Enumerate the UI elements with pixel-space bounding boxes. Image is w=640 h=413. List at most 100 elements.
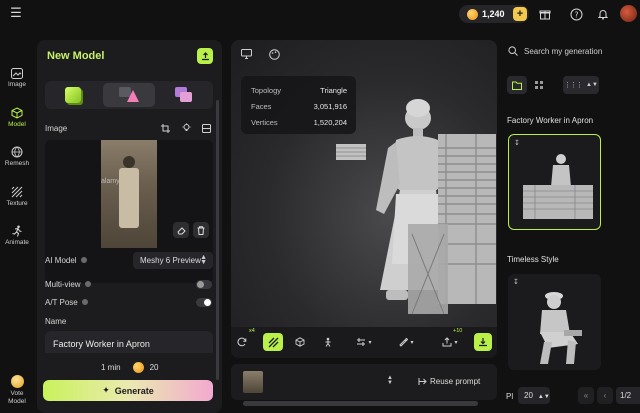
help-icon[interactable]: ? — [568, 6, 584, 22]
coin-icon — [132, 362, 144, 373]
delete-image-button[interactable] — [193, 222, 209, 238]
grid-view-button[interactable] — [531, 76, 547, 94]
search-bar[interactable]: Search my generation — [508, 42, 634, 60]
layout-dropdown[interactable]: ⋮⋮⋮ ▲▼ — [563, 76, 599, 94]
rail-label-remesh: Remesh — [4, 160, 30, 167]
run-icon — [0, 224, 34, 238]
search-icon — [508, 46, 518, 56]
rail-item-vote[interactable]: Vote Model — [0, 374, 34, 406]
panel-icon[interactable] — [200, 122, 212, 134]
rail-label-texture: Texture — [6, 200, 28, 207]
updown-icon: ▲ ▼ — [200, 254, 207, 266]
ai-model-label: AI Model — [45, 256, 87, 265]
model-viewport[interactable]: Topology Triangle Faces 3,051,916 Vertices… — [231, 40, 497, 358]
info-icon — [84, 281, 91, 287]
generate-button[interactable]: ✦ Generate — [43, 380, 213, 401]
info-icon — [80, 257, 87, 263]
avatar[interactable] — [620, 5, 637, 22]
cube-icon — [0, 106, 34, 120]
gift-icon[interactable] — [537, 6, 553, 22]
prompt-thumbnail[interactable] — [243, 371, 263, 393]
panel-scrollbar[interactable] — [216, 100, 219, 380]
bulb-icon[interactable] — [180, 122, 192, 134]
rail-item-model[interactable]: Model — [0, 106, 34, 128]
search-input[interactable]: Search my generation — [524, 47, 602, 56]
page-size-select[interactable]: 20 ▲▼ — [518, 387, 550, 404]
name-label: Name — [45, 317, 67, 326]
vote-icon — [0, 374, 34, 388]
rail-item-animate[interactable]: Animate — [0, 224, 34, 246]
card-1-thumbnail — [523, 154, 593, 219]
folder-view-button[interactable] — [507, 76, 527, 94]
rail-label-model: Model — [8, 121, 26, 128]
reuse-prompt-button[interactable]: Reuse prompt — [430, 377, 480, 386]
mode-tabs — [45, 81, 213, 109]
multiview-toggle[interactable] — [196, 280, 212, 289]
reference-photo: alamy — [101, 140, 157, 248]
ai-model-select[interactable]: Meshy 6 Preview ▲ ▼ — [133, 252, 213, 269]
credits-badge[interactable]: 1,240 + — [459, 5, 529, 23]
rail-item-remesh[interactable]: Remesh — [0, 145, 34, 167]
remesh-icon — [0, 145, 34, 159]
tab-image-to-3d[interactable] — [103, 83, 155, 107]
badge-x4: x4 — [249, 328, 255, 334]
page-indicator: 1/2 — [616, 387, 640, 404]
transform-button[interactable]: ▾ — [351, 333, 377, 351]
image-cone-icon — [119, 87, 139, 103]
atpose-toggle[interactable] — [196, 298, 212, 307]
eraser-button[interactable] — [173, 222, 189, 238]
mesh-stats: Topology Triangle Faces 3,051,916 Vertices… — [241, 76, 356, 134]
download-button[interactable] — [474, 333, 492, 351]
image-label: Image — [45, 124, 68, 133]
name-input[interactable]: Factory Worker in Apron — [45, 331, 213, 353]
pager-label: Pl — [506, 392, 514, 401]
rail-label-image: Image — [7, 80, 27, 88]
cube-view-button[interactable] — [291, 333, 309, 351]
updown-icon[interactable]: ▲ ▼ — [387, 375, 393, 386]
badge-plus10: +10 — [453, 328, 463, 334]
rail-item-texture[interactable]: Texture — [0, 185, 34, 207]
rail-item-image[interactable]: Image — [0, 66, 34, 88]
generation-history: Search my generation ⋮⋮⋮ ▲▼ Factory Work… — [500, 40, 640, 413]
export-button[interactable]: ▾ — [437, 333, 463, 351]
new-model-panel: New Model Image alamy AI Model Meshy 6 P… — [37, 40, 222, 413]
panel-title: New Model — [47, 50, 105, 62]
paint-button[interactable]: ▾ — [393, 333, 419, 351]
top-bar: ☰ 1,240 + ? — [0, 0, 640, 28]
upload-button[interactable] — [197, 48, 213, 64]
download-icon[interactable]: ↧ — [514, 139, 520, 147]
monitor-icon[interactable] — [239, 48, 253, 60]
photo-watermark: alamy — [101, 178, 120, 185]
hamburger-icon[interactable]: ☰ — [8, 5, 24, 20]
credits-value: 1,240 — [482, 9, 505, 19]
viewport-toolbar: x4 ▾ ▾ ▾ +10 — [231, 327, 497, 358]
reuse-icon — [417, 376, 427, 386]
texture-icon — [0, 185, 34, 199]
item-title-1: Factory Worker in Apron — [507, 116, 594, 125]
tab-multi-image[interactable] — [159, 83, 211, 107]
rail-label-vote: Vote Model — [8, 389, 26, 405]
svg-text:?: ? — [574, 10, 578, 19]
history-card-2[interactable]: ↧ — [508, 274, 601, 370]
image-ai-icon — [0, 66, 34, 80]
multi-image-icon — [175, 87, 195, 103]
coin-icon — [467, 8, 478, 20]
refresh-button[interactable] — [233, 333, 251, 351]
add-credits-button[interactable]: + — [513, 7, 527, 21]
crop-icon[interactable] — [159, 122, 171, 134]
prompt-bar: ▲ ▼ Reuse prompt — [231, 364, 497, 406]
pagination: Pl 20 ▲▼ « ‹ 1/2 — [500, 385, 640, 407]
texture-tool-button[interactable] — [263, 333, 283, 351]
history-card-1[interactable]: ↧ — [508, 134, 601, 230]
palette-icon[interactable] — [267, 48, 281, 60]
tab-text-to-3d[interactable] — [47, 83, 99, 107]
rail-label-animate: Animate — [5, 239, 29, 246]
time-estimate: 1 min — [101, 363, 121, 372]
prev-page-button[interactable]: ‹ — [597, 387, 613, 404]
prompt-scrollbar[interactable] — [243, 401, 478, 406]
bell-icon[interactable] — [595, 6, 611, 22]
rig-button[interactable] — [319, 333, 337, 351]
cost-row: 1 min 20 — [101, 362, 158, 373]
first-page-button[interactable]: « — [578, 387, 594, 404]
left-rail: Image Model Remesh Texture Animate Vote … — [0, 40, 34, 413]
